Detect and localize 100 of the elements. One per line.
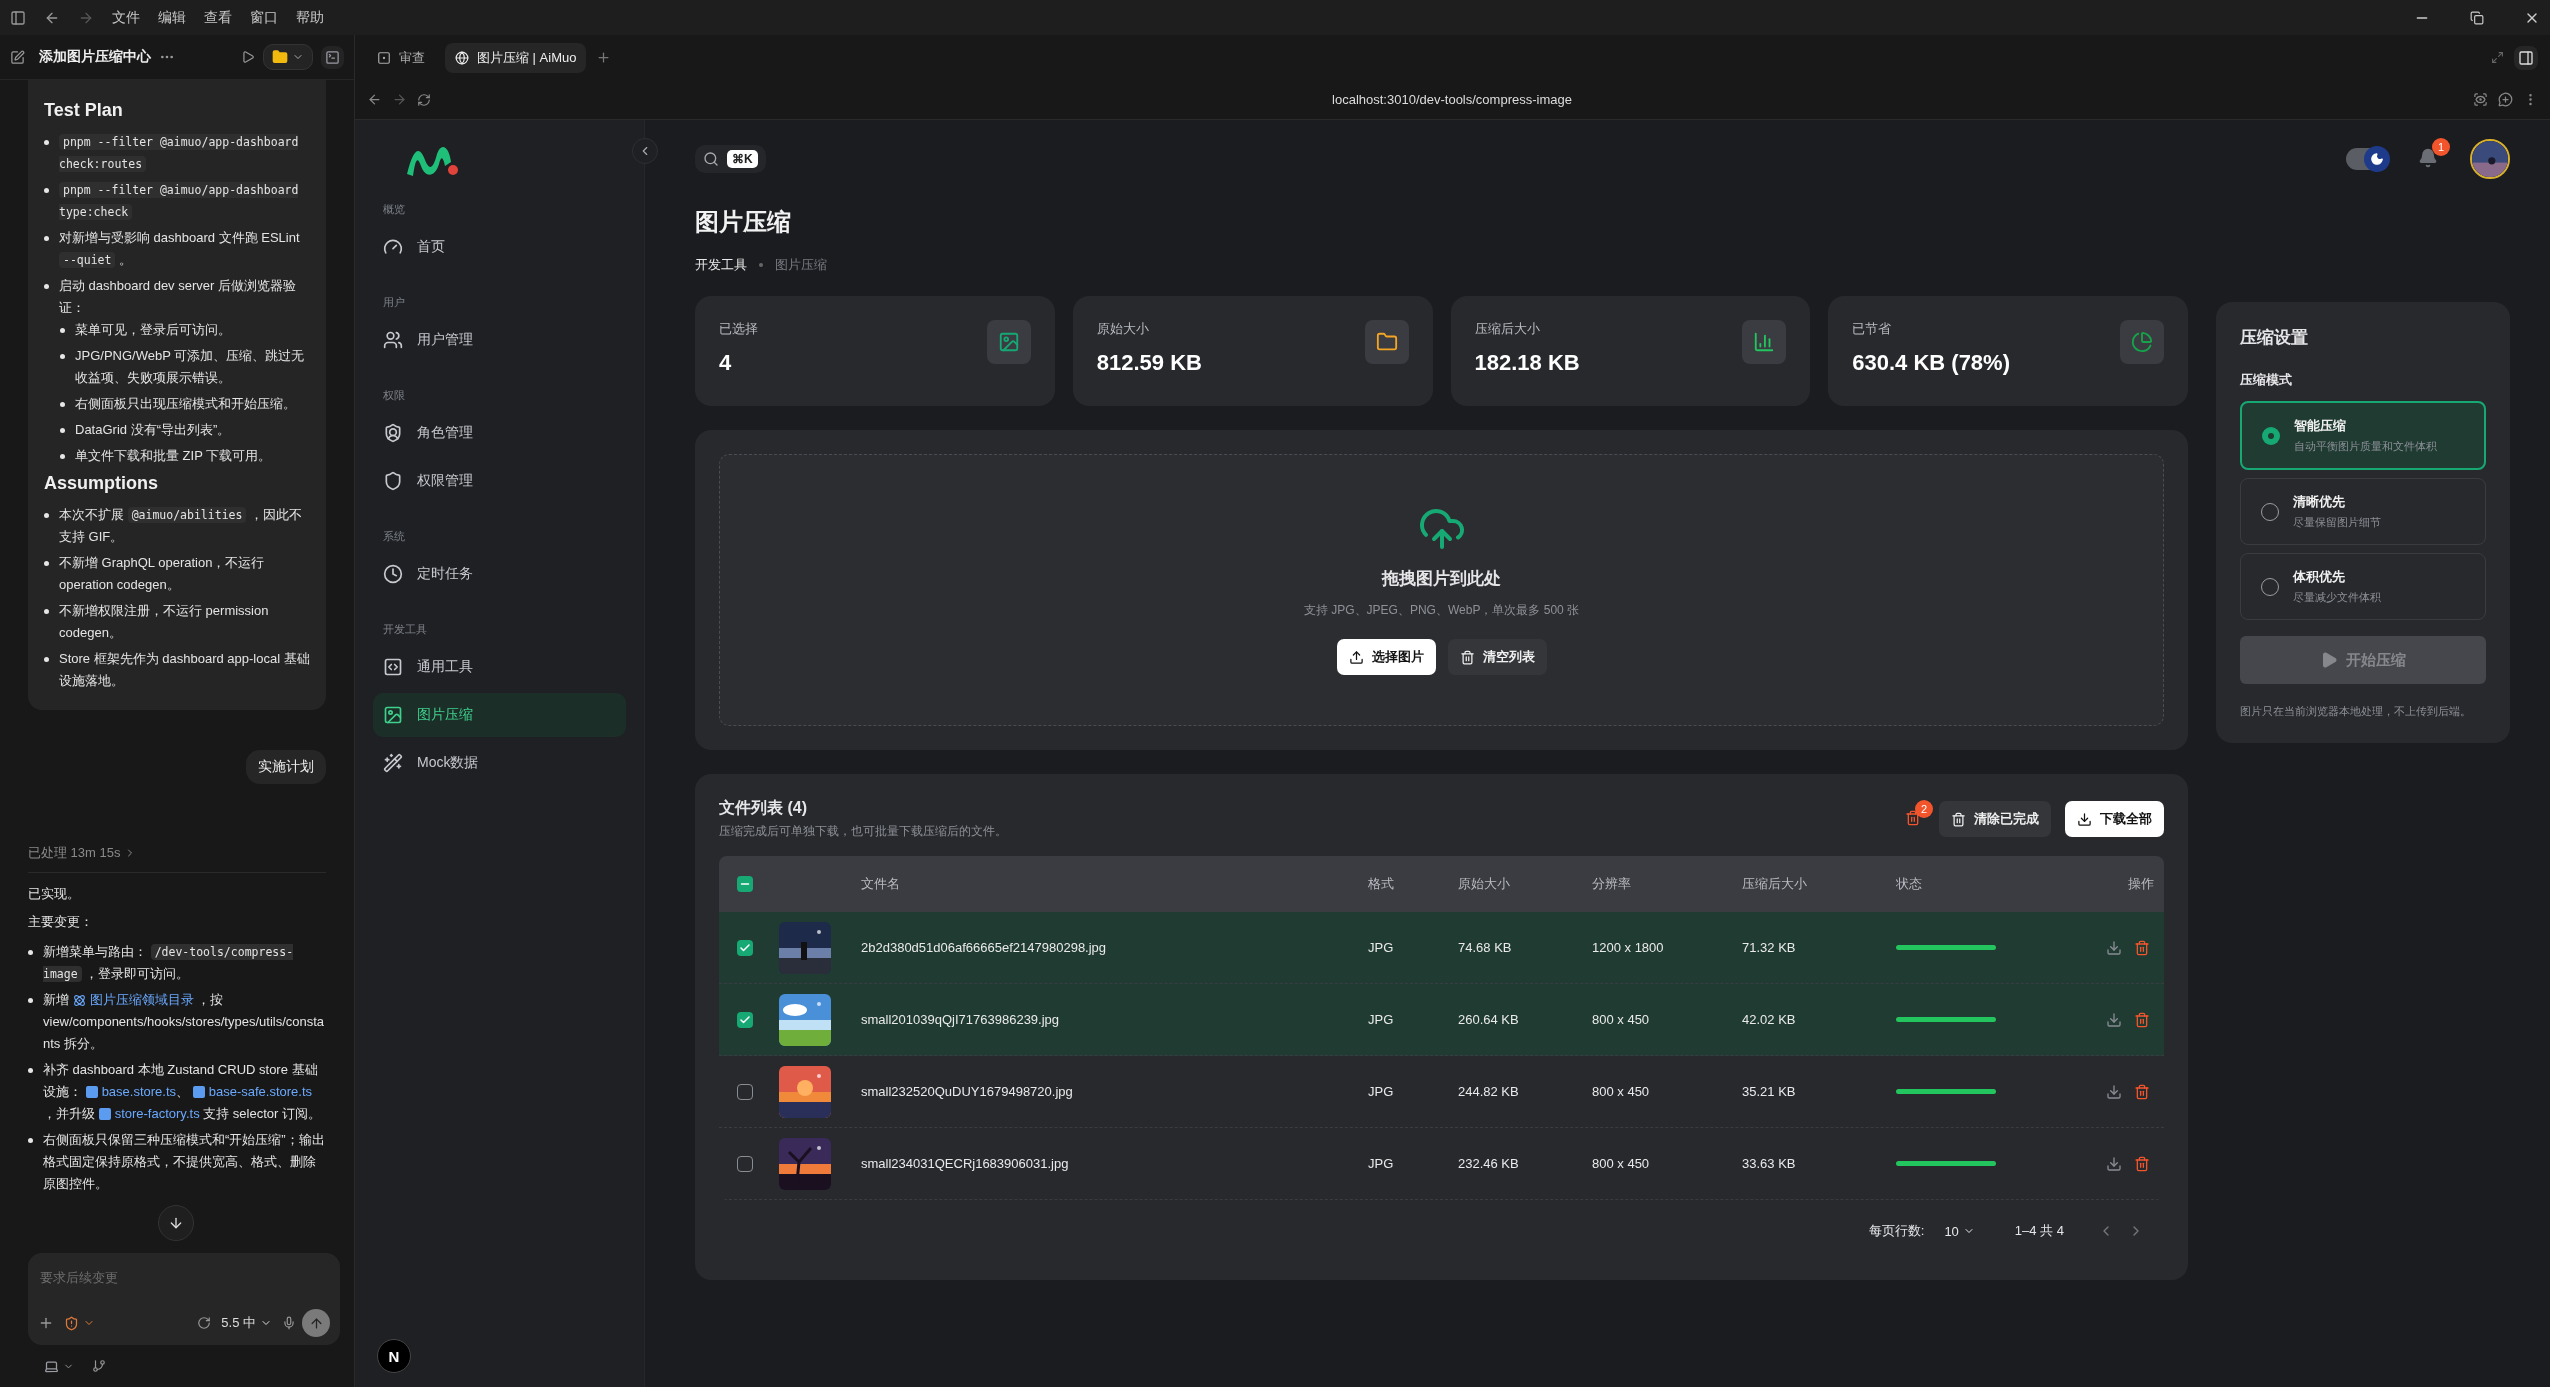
branch-icon[interactable]: [92, 1359, 106, 1373]
new-tab-icon[interactable]: [596, 50, 612, 65]
menu-item[interactable]: 编辑: [158, 8, 186, 27]
table-cell-text: 71.32 KB: [1741, 940, 1797, 955]
table-row[interactable]: small234031QECRj1683906031.jpg JPG 232.46 KB 800 x 450 33.63 KB: [719, 1128, 2164, 1200]
refresh-icon[interactable]: [197, 1316, 212, 1330]
message-input[interactable]: 要求后续变更: [38, 1263, 330, 1291]
delete-icon[interactable]: [2134, 1011, 2150, 1028]
composer-field[interactable]: 要求后续变更 5.5 中: [28, 1253, 340, 1345]
group-label: 系统: [383, 529, 406, 544]
browser-tab[interactable]: 审查: [367, 42, 435, 73]
user-shield-icon: [383, 423, 403, 443]
select-all-checkbox[interactable]: [737, 876, 753, 892]
stat-label: 已节省: [1852, 320, 1893, 338]
row-checkbox[interactable]: [737, 939, 753, 956]
nav-item[interactable]: Mock数据: [373, 741, 626, 785]
reload-icon[interactable]: [417, 92, 431, 107]
shortcut-key: ⌘K: [727, 150, 758, 168]
menu-item[interactable]: 窗口: [250, 8, 278, 27]
menu-item[interactable]: 帮助: [296, 8, 324, 27]
bullet-icon: [44, 188, 49, 193]
shield-alert-icon: [64, 1315, 79, 1331]
model-selector[interactable]: 5.5 中: [217, 1310, 276, 1336]
folder-link[interactable]: 图片压缩领域目录: [72, 989, 194, 1011]
thread-title: 添加图片压缩中心: [39, 48, 151, 66]
collapse-button[interactable]: [632, 138, 658, 164]
processed-label[interactable]: 已处理 13m 15s: [28, 844, 121, 862]
back-icon[interactable]: [367, 92, 382, 107]
rows-per-page-select[interactable]: 10: [1938, 1222, 1981, 1240]
clock-icon: [383, 564, 403, 584]
drop-zone[interactable]: 拖拽图片到此处 支持 JPG、JPEG、PNG、WebP，单次最多 500 张 选择图片 清空列表: [719, 454, 2164, 726]
stat-value: 4: [719, 350, 733, 376]
table-row[interactable]: small232520QuDUY1679498720.jpg JPG 244.82 KB 800 x 450 35.21 KB: [719, 1056, 2164, 1128]
panel-button[interactable]: [2514, 45, 2538, 70]
run-icon[interactable]: [241, 50, 255, 64]
atom-icon: [72, 993, 86, 1007]
nav-item[interactable]: 权限管理: [373, 459, 626, 503]
file-link[interactable]: base.store.ts: [85, 1081, 177, 1103]
mode-option[interactable]: 清晰优先 尽量保留图片细节: [2240, 478, 2486, 545]
section-heading: Test Plan: [44, 100, 124, 121]
file-link[interactable]: base-safe.store.ts: [192, 1081, 312, 1103]
clear-completed-button[interactable]: 清除已完成: [1939, 801, 2051, 837]
expand-icon[interactable]: [2491, 51, 2504, 64]
table-cell-text: 800 x 450: [1591, 1012, 1651, 1027]
stat-value: 812.59 KB: [1096, 350, 1202, 376]
download-icon[interactable]: [2106, 1011, 2122, 1028]
table-cell-text: 244.82 KB: [1457, 1084, 1520, 1099]
forward-icon[interactable]: [392, 92, 407, 107]
list-item-text: pnpm --filter @aimuo/app-dashboard type:check: [59, 181, 300, 222]
table-cell-text: 35.21 KB: [1741, 1084, 1797, 1099]
breadcrumb-item[interactable]: 开发工具: [695, 256, 747, 274]
menu-item[interactable]: 查看: [204, 8, 232, 27]
sidebar-toggle-icon[interactable]: [10, 9, 26, 26]
nav-item[interactable]: 图片压缩: [373, 693, 626, 737]
pie-chart-icon: [2120, 320, 2164, 364]
clear-list-button[interactable]: 清空列表: [1447, 639, 1547, 675]
menu-item[interactable]: 文件: [112, 8, 140, 27]
delete-icon[interactable]: [2134, 1083, 2150, 1100]
search-button[interactable]: ⌘K: [695, 145, 766, 173]
notification-badge: 1: [2432, 137, 2450, 156]
download-icon[interactable]: [2106, 1155, 2122, 1172]
list-item-text: Store 框架先作为 dashboard app-local 基础设施落地。: [59, 650, 310, 690]
add-icon[interactable]: [38, 1315, 54, 1331]
row-checkbox[interactable]: [737, 1083, 753, 1100]
nav-item[interactable]: 定时任务: [373, 552, 626, 596]
browser-tab[interactable]: 图片压缩 | AiMuo: [445, 42, 587, 73]
download-icon[interactable]: [2106, 1083, 2122, 1100]
terminal-button[interactable]: [321, 45, 344, 69]
folder-dropdown[interactable]: [263, 44, 313, 70]
file-link[interactable]: store-factory.ts: [98, 1103, 200, 1125]
table-row[interactable]: small201039qQjI71763986239.jpg JPG 260.64 KB 800 x 450 42.02 KB: [719, 984, 2164, 1056]
column-header: 原始大小: [1457, 875, 1511, 893]
edit-icon[interactable]: [10, 49, 25, 65]
nav-item[interactable]: 用户管理: [373, 318, 626, 362]
download-all-button[interactable]: 下载全部: [2065, 801, 2164, 837]
select-images-button[interactable]: 选择图片: [1336, 639, 1436, 675]
row-checkbox[interactable]: [737, 1011, 753, 1028]
download-icon[interactable]: [2106, 939, 2122, 956]
mode-option[interactable]: 智能压缩 自动平衡图片质量和文件体积: [2240, 401, 2486, 470]
row-checkbox[interactable]: [737, 1155, 753, 1172]
restore-icon[interactable]: [2470, 10, 2484, 25]
file-name: small232520QuDUY1679498720.jpg: [860, 1084, 1074, 1099]
screenshot-icon[interactable]: [2473, 92, 2488, 107]
stat-value: 630.4 KB (78%): [1852, 350, 2010, 376]
bullet-icon: [28, 1138, 33, 1143]
scroll-down-button[interactable]: [158, 1205, 194, 1241]
trash-icon: [1951, 811, 1966, 827]
send-button[interactable]: [302, 1309, 330, 1337]
delete-icon[interactable]: [2134, 1155, 2150, 1172]
bullet-icon: [44, 284, 49, 289]
table-row[interactable]: 2b2d380d51d06af66665ef2147980298.jpg JPG 74.68 KB 1200 x 1800 71.32 KB: [719, 912, 2164, 984]
nav-item[interactable]: 通用工具: [373, 645, 626, 689]
page-range: 1–4 共 4: [2014, 1222, 2064, 1240]
comment-icon[interactable]: [2498, 92, 2513, 107]
nav-item[interactable]: 角色管理: [373, 411, 626, 455]
mic-icon[interactable]: [282, 1316, 296, 1330]
privacy-note: 图片只在当前浏览器本地处理，不上传到后端。: [2240, 704, 2472, 719]
delete-icon[interactable]: [2134, 939, 2150, 956]
mode-option[interactable]: 体积优先 尽量减少文件体积: [2240, 553, 2486, 620]
nav-item[interactable]: 首页: [373, 225, 626, 269]
